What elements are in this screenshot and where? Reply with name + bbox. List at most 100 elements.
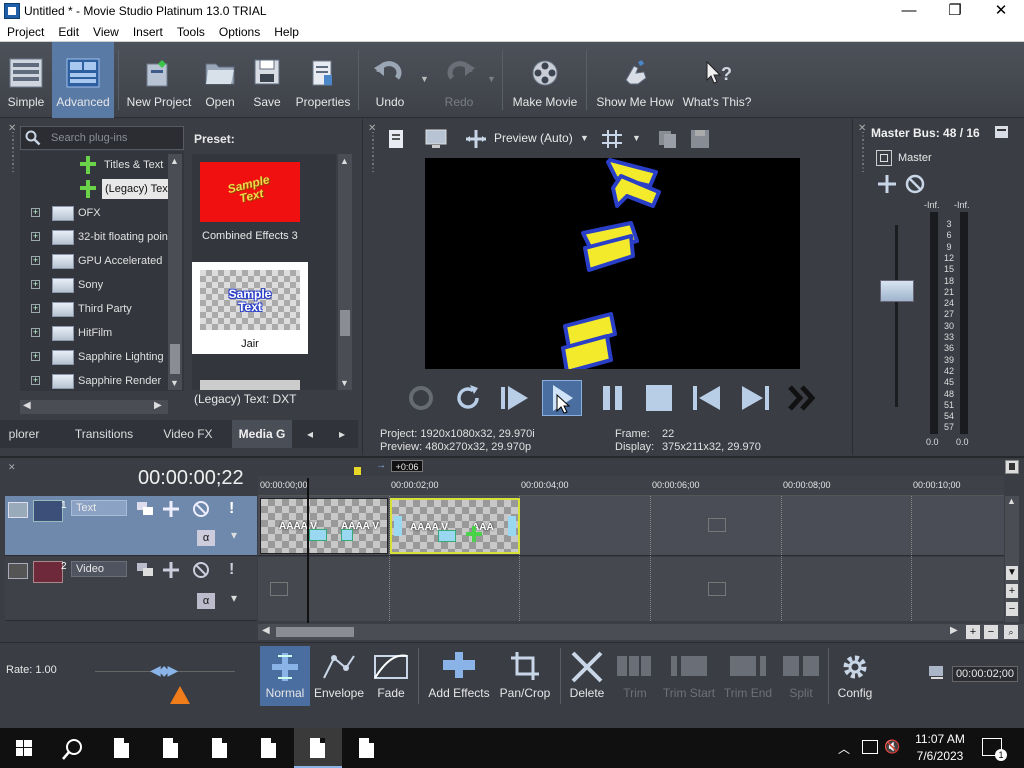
tree-item-sapphire-render[interactable]: + Sapphire Render [20, 369, 184, 391]
normal-edit-tool-button[interactable]: Normal [260, 646, 310, 706]
mixer-properties-button[interactable] [994, 124, 1010, 140]
add-effects-button[interactable]: Add Effects [424, 646, 494, 706]
minimize-button[interactable]: — [886, 0, 932, 22]
tab-video-fx[interactable]: Video FX [152, 420, 224, 448]
master-bypass-button[interactable] [876, 150, 892, 166]
rate-slider-arrows-icon[interactable]: ◀◆▶ [150, 662, 198, 680]
expand-icon[interactable]: + [31, 208, 40, 217]
save-button[interactable]: Save [246, 42, 288, 118]
preview-properties-button[interactable] [386, 128, 408, 150]
expand-icon[interactable]: + [31, 232, 40, 241]
tree-item-hitfilm[interactable]: + HitFilm [20, 321, 184, 345]
track-name[interactable]: Text [71, 500, 127, 516]
pan-crop-button[interactable]: Pan/Crop [496, 646, 554, 706]
properties-button[interactable]: Properties [292, 42, 354, 118]
tab-transitions[interactable]: Transitions [64, 420, 144, 448]
volume-muted-icon[interactable]: 🔇 [884, 739, 900, 755]
panel-grip[interactable]: ✕ [8, 462, 16, 473]
track-alpha-icon[interactable]: α [197, 530, 215, 546]
undo-button[interactable]: Undo [364, 42, 416, 118]
external-monitor-button[interactable] [424, 128, 448, 150]
clip-pan-crop-icon[interactable] [341, 529, 353, 541]
start-button[interactable] [0, 728, 48, 768]
zoom-tool-icon[interactable]: ⌕ [1004, 625, 1018, 639]
delete-button[interactable]: Delete [564, 646, 610, 706]
redo-button[interactable]: Redo [434, 42, 484, 118]
scroll-thumb[interactable] [170, 344, 180, 374]
chevron-up-icon[interactable]: ︿ [838, 740, 850, 757]
tree-item-sapphire-lighting[interactable]: + Sapphire Lighting [20, 345, 184, 369]
track-fx-button[interactable] [161, 500, 181, 518]
preset-item-selected[interactable]: Sample Text Jair [192, 262, 308, 354]
scroll-down-icon[interactable]: ▼ [340, 378, 349, 388]
network-icon[interactable] [862, 740, 878, 754]
clip-fx-icon[interactable] [438, 530, 456, 542]
split-button[interactable]: Split [778, 646, 824, 706]
menu-tools[interactable]: Tools [170, 22, 212, 39]
compositing-mode-button[interactable] [135, 500, 155, 518]
go-to-start-button[interactable] [690, 381, 724, 415]
expand-icon[interactable]: + [31, 256, 40, 265]
simple-button[interactable]: Simple [4, 42, 48, 118]
taskbar-app-active[interactable] [294, 728, 342, 768]
tab-scroll-left-icon[interactable]: ◂ [298, 420, 322, 448]
scroll-left-icon[interactable]: ◀ [23, 400, 31, 411]
scroll-up-icon[interactable]: ▲ [1007, 496, 1016, 506]
menu-view[interactable]: View [86, 22, 126, 39]
redo-dropdown[interactable]: ▼ [484, 42, 498, 118]
expand-icon[interactable]: + [31, 352, 40, 361]
trim-start-button[interactable]: Trim Start [660, 646, 718, 706]
show-me-how-button[interactable]: Show Me How [592, 42, 678, 118]
menu-options[interactable]: Options [212, 22, 267, 39]
panel-grip[interactable]: ✕ ⋮ ⋮ ⋮ ⋮ ⋮ [368, 124, 378, 174]
timeline-clip-selected[interactable]: AAAA V AAA [390, 498, 520, 554]
track-solo-button[interactable]: ! [229, 500, 239, 518]
time-ruler[interactable] [258, 476, 1004, 496]
scroll-right-icon[interactable]: ▶ [154, 400, 162, 411]
scroll-right-icon[interactable]: ▶ [950, 625, 958, 636]
chevron-down-icon[interactable]: ▼ [632, 133, 641, 143]
whats-this-button[interactable]: ? What's This? [682, 42, 752, 118]
pause-button[interactable] [596, 381, 630, 415]
scroll-up-icon[interactable]: ▲ [170, 156, 179, 166]
chevron-down-icon[interactable]: ▼ [580, 133, 589, 143]
stop-button[interactable] [642, 381, 676, 415]
new-project-button[interactable]: New Project [124, 42, 194, 118]
panel-grip[interactable]: ✕ ⋮ ⋮ ⋮ ⋮ ⋮ [8, 124, 18, 405]
expand-icon[interactable]: + [31, 280, 40, 289]
play-from-start-button[interactable] [452, 381, 486, 415]
tree-horizontal-scrollbar[interactable]: ◀ ▶ [20, 400, 168, 414]
timeline-clip[interactable]: AAAA V AAAA V [260, 498, 388, 554]
tree-vertical-scrollbar[interactable]: ▲ ▼ [168, 154, 182, 390]
close-button[interactable]: ✕ [978, 0, 1024, 22]
fade-tool-button[interactable]: Fade [368, 646, 414, 706]
maximize-button[interactable]: ❐ [932, 0, 978, 22]
taskbar-app[interactable] [343, 728, 391, 768]
make-movie-button[interactable]: Make Movie [508, 42, 582, 118]
go-to-end-button[interactable] [738, 381, 772, 415]
trim-end-button[interactable]: Trim End [720, 646, 776, 706]
step-forward-button[interactable] [498, 381, 532, 415]
timeline-vertical-scrollbar[interactable]: ▲ ▼ + − [1005, 496, 1019, 622]
marker-flag[interactable] [354, 467, 361, 475]
track-mute-button[interactable] [191, 561, 211, 579]
scroll-up-icon[interactable]: ▲ [340, 156, 349, 166]
track-header-text[interactable]: 1 Text ! α ▾ [5, 496, 257, 556]
tree-item-legacy-text[interactable]: (Legacy) Tex [20, 177, 184, 201]
menu-help[interactable]: Help [267, 22, 306, 39]
tab-scroll-right-icon[interactable]: ▸ [330, 420, 354, 448]
track-solo-button[interactable]: ! [229, 561, 239, 579]
search-input[interactable]: Search plug-ins [20, 126, 184, 150]
overlays-button[interactable] [600, 128, 624, 150]
master-volume-fader[interactable] [880, 280, 914, 302]
save-snapshot-button[interactable] [688, 128, 712, 150]
menu-edit[interactable]: Edit [51, 22, 86, 39]
clip-fx-icon[interactable] [309, 529, 327, 541]
loop-region-icon[interactable] [928, 664, 946, 680]
panel-grip[interactable]: ✕ ⋮ ⋮ ⋮ ⋮ ⋮ [858, 124, 868, 174]
track-collapse-icon[interactable] [8, 563, 28, 579]
tree-item-32bit[interactable]: +32-bit floating poin [20, 225, 184, 249]
notifications-button[interactable]: 1 [982, 738, 1007, 761]
scroll-down-icon[interactable]: ▼ [170, 378, 179, 388]
expand-icon[interactable]: + [31, 376, 40, 385]
